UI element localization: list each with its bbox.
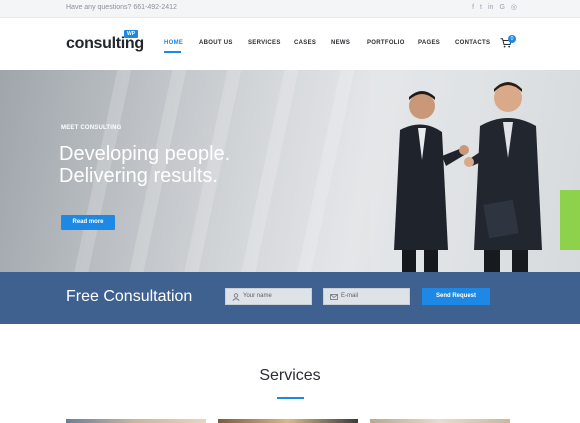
- name-placeholder: Your name: [243, 293, 272, 299]
- nav-news[interactable]: NEWS: [331, 40, 350, 46]
- hero-kicker: MEET CONSULTING: [61, 125, 122, 131]
- social-links: f t in G ◎: [472, 3, 517, 13]
- top-bar: Have any questions? 661-492-2412 f t in …: [0, 0, 580, 18]
- nav-portfolio[interactable]: PORTFOLIO: [367, 40, 405, 46]
- nav-pages[interactable]: PAGES: [418, 40, 440, 46]
- nav-services[interactable]: SERVICES: [248, 40, 281, 46]
- google-icon[interactable]: G: [499, 3, 504, 13]
- user-icon: [232, 293, 240, 301]
- site-header: consulting WP HOME ABOUT US SERVICES CAS…: [0, 18, 580, 70]
- hero-headline-line2: Delivering results.: [59, 165, 218, 187]
- dribbble-icon[interactable]: ◎: [511, 3, 517, 13]
- hero-banner: MEET CONSULTING Developing people. Deliv…: [0, 70, 580, 272]
- consultation-band: Free Consultation Your name E-mail Send …: [0, 272, 580, 324]
- nav-about-us[interactable]: ABOUT US: [199, 40, 233, 46]
- contact-question: Have any questions? 661-492-2412: [66, 4, 177, 11]
- service-card-image[interactable]: [218, 419, 358, 423]
- service-card-image[interactable]: [370, 419, 510, 423]
- envelope-icon: [330, 294, 338, 300]
- logo-badge: WP: [124, 30, 139, 38]
- services-heading: Services: [259, 367, 321, 384]
- hero-headline-line1: Developing people.: [59, 143, 231, 165]
- linkedin-icon[interactable]: in: [488, 3, 493, 13]
- facebook-icon[interactable]: f: [472, 3, 474, 13]
- service-card-image[interactable]: [66, 419, 206, 423]
- hero-headline: Developing people. Delivering results.: [59, 143, 230, 187]
- nav-home[interactable]: HOME: [164, 40, 183, 46]
- services-underline: [277, 397, 304, 399]
- twitter-icon[interactable]: t: [480, 3, 482, 13]
- name-input[interactable]: Your name: [225, 288, 312, 305]
- hero-photo-businessmen: [370, 70, 580, 272]
- nav-active-indicator: [164, 51, 181, 53]
- cart-count-badge: 0: [508, 35, 516, 43]
- nav-cases[interactable]: CASES: [294, 40, 316, 46]
- email-input[interactable]: E-mail: [323, 288, 410, 305]
- read-more-button[interactable]: Read more: [61, 215, 115, 230]
- email-placeholder: E-mail: [341, 293, 359, 299]
- consultation-title: Free Consultation: [66, 288, 193, 305]
- send-request-button[interactable]: Send Request: [422, 288, 490, 305]
- nav-contacts[interactable]: CONTACTS: [455, 40, 490, 46]
